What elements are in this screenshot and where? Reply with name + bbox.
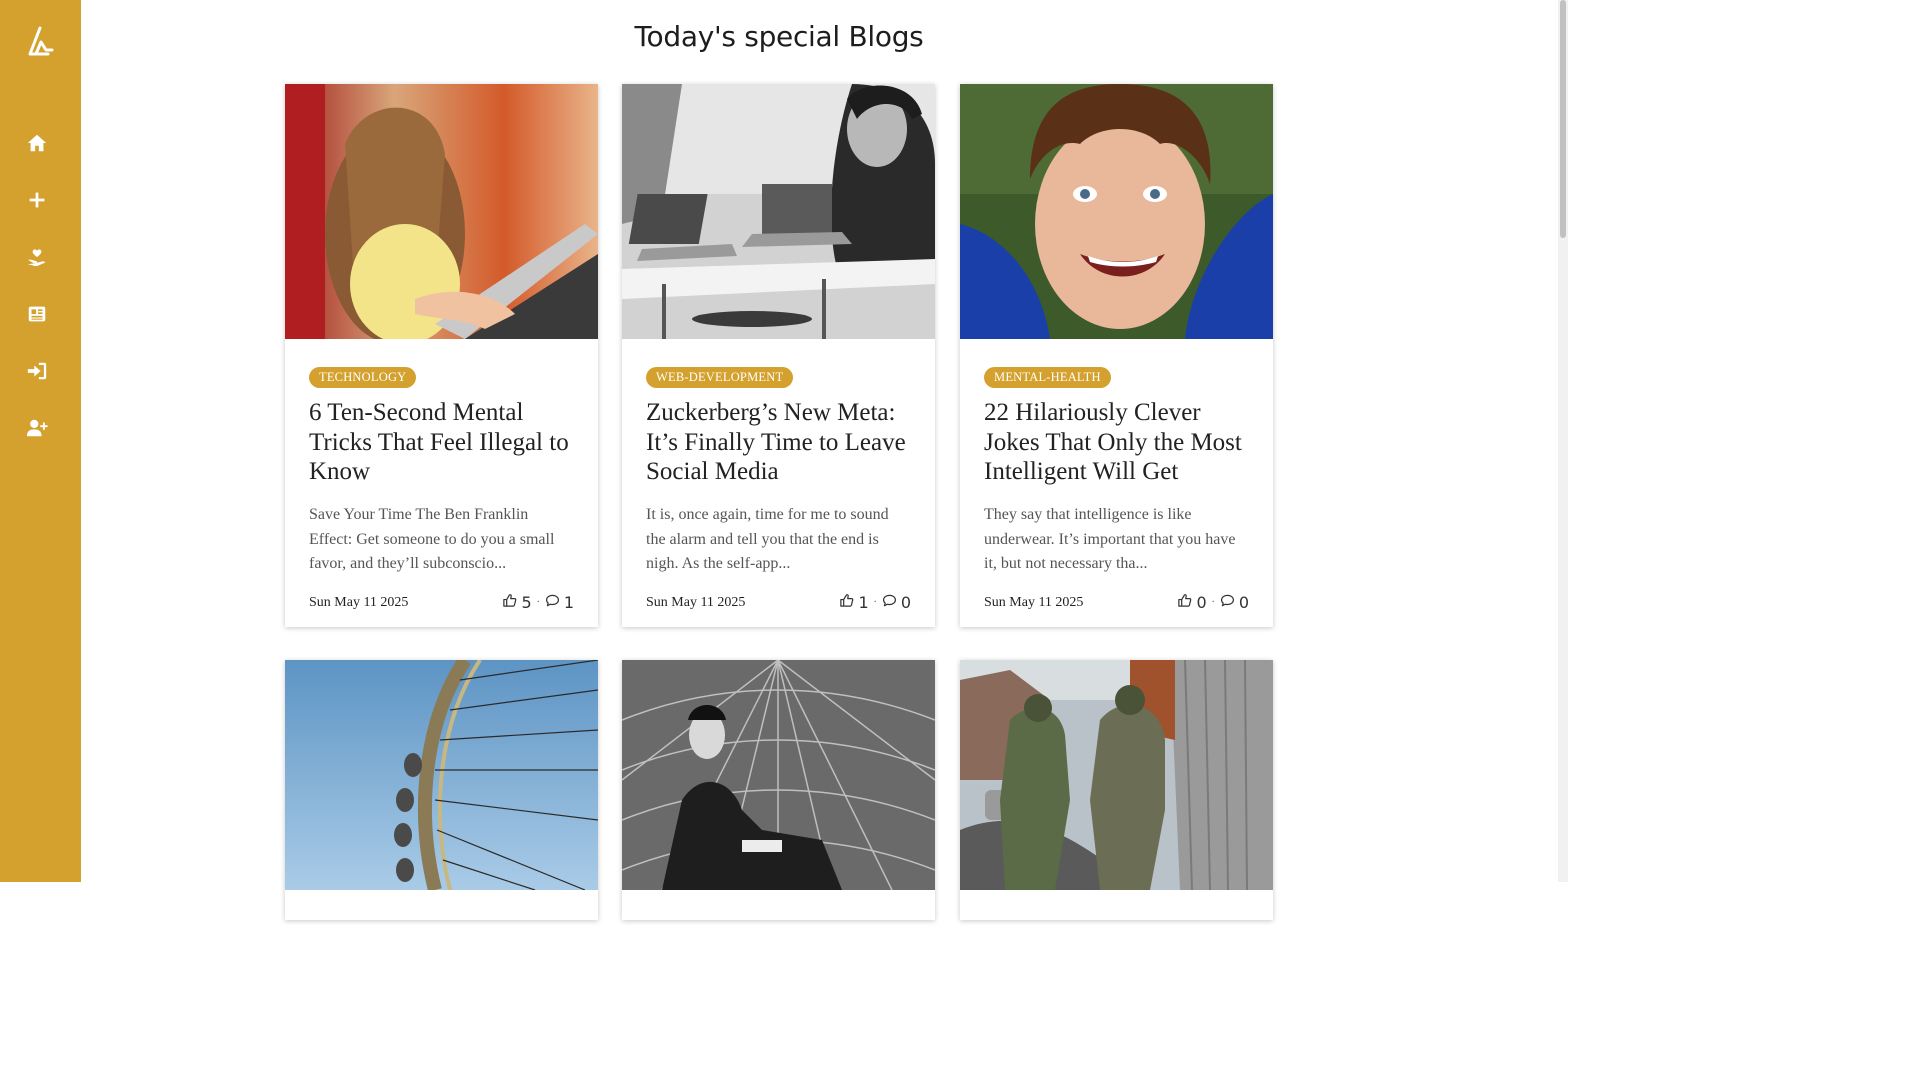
newspaper-icon[interactable] [24,301,50,327]
blog-image[interactable] [960,660,1273,890]
blog-stats: 0 · 0 [1177,593,1249,612]
blog-card[interactable] [622,660,935,920]
blog-card[interactable] [285,660,598,920]
blog-excerpt: It is, once again, time for me to sound … [646,506,889,572]
blog-title[interactable]: Zuckerberg’s New Meta: It’s Finally Time… [646,398,911,487]
hand-heart-icon[interactable] [24,244,50,270]
blog-title[interactable]: 22 Hilariously Clever Jokes That Only th… [984,398,1249,487]
blog-image[interactable] [622,84,935,339]
category-badge[interactable]: MENTAL-HEALTH [984,367,1111,388]
thumbs-up-icon[interactable] [502,593,517,612]
comment-icon[interactable] [882,593,897,612]
category-badge[interactable]: TECHNOLOGY [309,367,417,388]
like-count: 1 [858,593,869,612]
comment-count: 0 [900,593,911,612]
like-count: 0 [1196,593,1207,612]
plus-icon[interactable] [24,187,50,213]
user-plus-icon[interactable] [24,415,50,441]
blog-date: Sun May 11 2025 [309,594,409,610]
blog-image[interactable] [622,660,935,890]
blog-excerpt: They say that intelligence is like under… [984,506,1236,572]
blog-stats: 5 · 1 [502,593,574,612]
category-badge[interactable]: WEB-DEVELOPMENT [646,367,794,388]
blog-title[interactable]: 6 Ten-Second Mental Tricks That Feel Ill… [309,398,574,487]
blog-card[interactable] [960,660,1273,920]
blog-meta: Sun May 11 2025 5 · 1 [309,593,574,612]
thumbs-up-icon[interactable] [1177,593,1192,612]
home-icon[interactable] [24,130,50,156]
sidebar [0,0,81,882]
stats-separator: · [536,597,540,608]
thumbs-up-icon[interactable] [839,593,854,612]
blog-image[interactable] [285,84,598,339]
like-count: 5 [521,593,532,612]
blog-card[interactable]: TECHNOLOGY 6 Ten-Second Mental Tricks Th… [285,84,598,627]
blog-stats: 1 · 0 [839,593,911,612]
blog-date: Sun May 11 2025 [984,594,1084,610]
blog-date: Sun May 11 2025 [646,594,746,610]
scrollbar-thumb[interactable] [1560,0,1566,238]
stats-separator: · [1211,597,1215,608]
blog-card[interactable]: MENTAL-HEALTH 22 Hilariously Clever Joke… [960,84,1273,627]
comment-count: 0 [1238,593,1249,612]
comment-icon[interactable] [1220,593,1235,612]
page-title: Today's special Blogs [634,20,924,53]
blog-image[interactable] [960,84,1273,339]
blog-meta: Sun May 11 2025 0 · 0 [984,593,1249,612]
comment-count: 1 [563,593,574,612]
comment-icon[interactable] [545,593,560,612]
blog-excerpt: Save Your Time The Ben Franklin Effect: … [309,506,555,572]
sign-in-icon[interactable] [24,358,50,384]
page-scrollbar[interactable] [1558,0,1568,882]
brand-logo-icon[interactable] [24,24,56,60]
stats-separator: · [873,597,877,608]
blog-meta: Sun May 11 2025 1 · 0 [646,593,911,612]
blog-image[interactable] [285,660,598,890]
blog-card[interactable]: WEB-DEVELOPMENT Zuckerberg’s New Meta: I… [622,84,935,627]
